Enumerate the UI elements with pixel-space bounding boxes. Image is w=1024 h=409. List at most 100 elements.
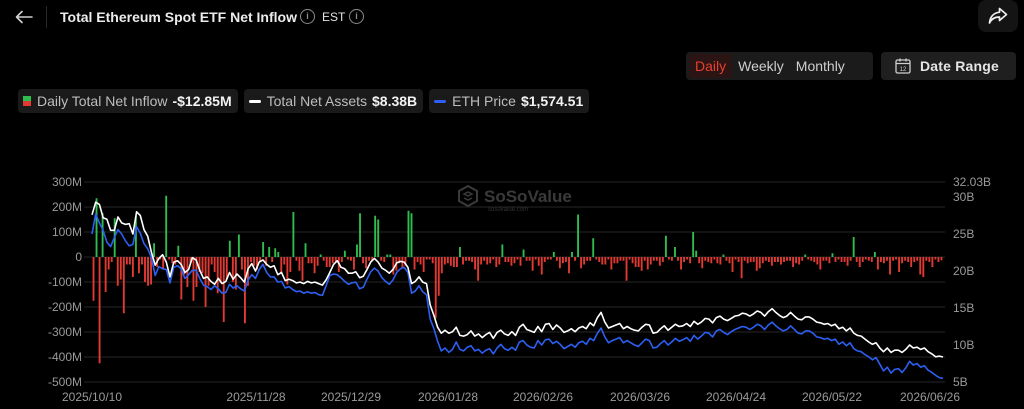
inflow-bar (492, 257, 495, 260)
y-right-tick-label: 32.03B (953, 175, 991, 189)
inflow-bar (601, 257, 604, 265)
inflow-bar (819, 257, 822, 270)
inflow-bar (480, 257, 483, 265)
inflow-bar (895, 257, 897, 260)
inflow-bar (580, 257, 583, 269)
inflow-bar (437, 257, 440, 296)
inflow-bar (598, 257, 601, 262)
inflow-bar (622, 257, 625, 261)
inflow-bar (870, 257, 873, 262)
inflow-bar (886, 257, 888, 261)
inflow-bar (356, 244, 358, 257)
inflow-bar (201, 257, 204, 274)
header-divider (46, 6, 47, 28)
date-range-button[interactable]: 12 Date Range (881, 52, 1016, 80)
inflow-bar (419, 257, 422, 265)
inflow-bar (319, 254, 322, 257)
legend-item-net-inflow[interactable]: Daily Total Net Inflow -$12.85M (18, 89, 238, 113)
inflow-bar (873, 252, 876, 257)
tab-daily[interactable]: Daily (689, 54, 733, 78)
inflow-bar (640, 257, 643, 271)
share-button[interactable] (978, 0, 1018, 32)
inflow-bar (692, 232, 695, 257)
inflow-bar (577, 214, 580, 257)
y-left-tick-label: 100M (52, 225, 82, 239)
inflow-bar (695, 250, 698, 257)
inflow-bar (625, 257, 628, 281)
inflow-bar (658, 257, 661, 266)
inflow-bar (822, 257, 825, 261)
inflow-bar (540, 257, 543, 275)
inflow-bar (144, 257, 146, 282)
legend-item-eth-price[interactable]: ETH Price $1,574.51 (429, 89, 590, 113)
legend: Daily Total Net Inflow -$12.85M Total Ne… (18, 89, 590, 113)
y-right-tick-label: 15B (953, 301, 974, 315)
inflow-bar (910, 257, 913, 267)
legend-name: Total Net Assets (266, 93, 368, 109)
inflow-bar (846, 257, 849, 266)
info-icon[interactable]: i (300, 9, 315, 24)
inflow-bar (289, 257, 292, 272)
inflow-bar (383, 257, 386, 262)
inflow-bar (595, 257, 598, 260)
inflow-bar (758, 257, 761, 269)
inflow-bar (304, 243, 307, 257)
timezone-info-icon[interactable]: i (349, 9, 364, 24)
inflow-bar (713, 257, 716, 260)
inflow-bar (852, 237, 855, 257)
inflow-bar (210, 257, 213, 265)
inflow-bar (571, 252, 573, 257)
header-bar: Total Ethereum Spot ETF Net Inflow i EST… (0, 0, 1024, 36)
x-tick-label: 2025/11/28 (226, 390, 285, 404)
tab-weekly[interactable]: Weekly (732, 54, 790, 78)
inflow-bar (743, 257, 746, 261)
tab-monthly[interactable]: Monthly (790, 54, 851, 78)
inflow-bar (234, 257, 237, 290)
inflow-bar (516, 257, 519, 260)
inflow-bar (913, 257, 916, 262)
inflow-bar (919, 257, 922, 275)
inflow-bar (770, 257, 773, 266)
inflow-bar (116, 257, 119, 286)
inflow-bar (122, 257, 125, 314)
inflow-bar (631, 257, 634, 264)
date-range-label: Date Range (920, 58, 1000, 74)
inflow-bar (428, 257, 431, 260)
inflow-bar (777, 257, 779, 262)
inflow-bar (710, 257, 713, 264)
inflow-bar (353, 257, 355, 270)
legend-item-net-assets[interactable]: Total Net Assets $8.38B (243, 89, 424, 113)
inflow-bar (661, 257, 664, 262)
inflow-bar (434, 257, 437, 319)
inflow-bar (413, 257, 416, 270)
inflow-bar (837, 257, 840, 260)
inflow-bar (219, 257, 222, 284)
inflow-bar (607, 257, 610, 260)
inflow-bar (501, 244, 504, 257)
inflow-bar (325, 257, 328, 267)
inflow-bar (555, 257, 558, 261)
inflow-bar (295, 257, 298, 261)
inflow-bar (798, 257, 801, 265)
inflow-bar (107, 257, 110, 270)
x-tick-label: 2025/12/29 (321, 390, 381, 404)
inflow-bar (764, 257, 767, 261)
x-tick-label: 2026/02/26 (513, 390, 573, 404)
inflow-bar (731, 257, 734, 272)
inflow-bar (680, 257, 682, 270)
inflow-bar (722, 254, 725, 257)
back-button[interactable] (10, 4, 38, 30)
inflow-bar (546, 257, 549, 260)
inflow-bar (780, 257, 782, 265)
inflow-bar (565, 257, 567, 262)
inflow-bar (425, 257, 428, 260)
inflow-bar (431, 257, 434, 264)
inflow-bar (465, 257, 467, 261)
inflow-bar (192, 257, 195, 301)
inflow-bar (867, 257, 870, 261)
inflow-bar (674, 247, 676, 257)
inflow-bar (734, 257, 737, 260)
inflow-bar (834, 257, 837, 262)
inflow-bar (350, 257, 352, 261)
inflow-bar (177, 245, 180, 257)
